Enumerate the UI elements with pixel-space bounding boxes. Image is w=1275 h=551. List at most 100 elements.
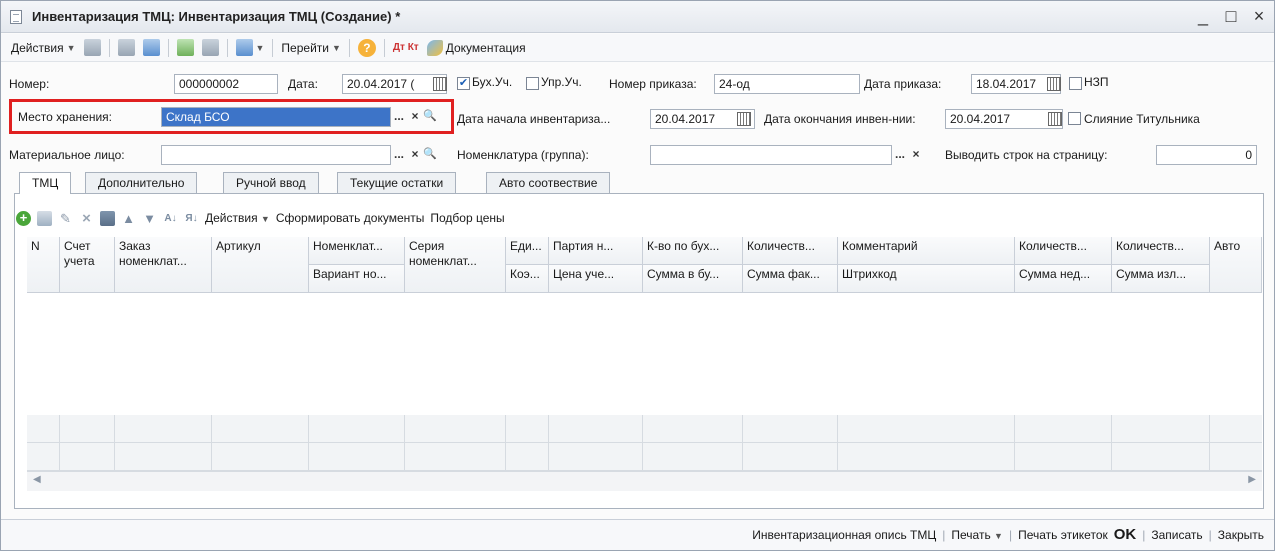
save-icon-button[interactable] — [80, 37, 105, 59]
column-header-sum-book[interactable]: Сумма в бу... — [643, 265, 743, 293]
scroll-left-icon[interactable]: ◀ — [33, 474, 41, 485]
responsible-field[interactable] — [161, 145, 391, 165]
column-header-unit[interactable]: Еди... — [506, 237, 549, 265]
minimize-button[interactable]: _ — [1194, 5, 1212, 27]
copy-row-icon[interactable] — [37, 210, 52, 226]
goto-menu[interactable]: Перейти ▼ — [277, 37, 344, 59]
toolbar-separator — [226, 38, 228, 57]
calendar-icon[interactable] — [1047, 77, 1061, 91]
copy-document-icon — [142, 39, 160, 56]
calendar-icon[interactable] — [737, 112, 751, 126]
column-header-price[interactable]: Цена уче... — [549, 265, 643, 293]
dtkt-button[interactable]: Дт Кт — [389, 37, 423, 59]
tab-manual-input[interactable]: Ручной ввод — [223, 172, 319, 193]
bottom-actions: Инвентаризационная опись ТМЦ | Печать ▼ … — [752, 526, 1264, 543]
add-row-icon[interactable]: + — [16, 210, 31, 226]
save-button[interactable]: Записать — [1151, 528, 1202, 542]
based-on-icon — [235, 39, 253, 56]
nomenclature-clear-icon[interactable]: × — [908, 145, 924, 165]
total-cell — [549, 443, 643, 471]
order-number-field[interactable]: 24-од — [714, 74, 860, 94]
rows-per-page-field[interactable]: 0 — [1156, 145, 1257, 165]
generate-documents-button[interactable]: Сформировать документы — [276, 211, 425, 225]
column-header-account[interactable]: Счет учета — [60, 237, 115, 293]
calendar-icon[interactable] — [1048, 112, 1062, 126]
print-preview-button[interactable] — [198, 37, 223, 59]
tmc-table[interactable]: N Счет учета Заказ номенклат... Артикул … — [27, 237, 1262, 491]
column-header-qty-shortage[interactable]: Количеств... — [1015, 237, 1112, 265]
column-header-qty-book[interactable]: К-во по бух... — [643, 237, 743, 265]
inventory-list-button[interactable]: Инвентаризационная опись ТМЦ — [752, 528, 936, 542]
upr-checkbox[interactable] — [526, 77, 539, 90]
responsible-clear-icon[interactable]: × — [407, 145, 423, 165]
close-window-button[interactable]: × — [1250, 5, 1268, 27]
nzp-checkbox[interactable] — [1069, 77, 1082, 90]
merge-checkbox[interactable] — [1068, 112, 1081, 125]
total-cell — [1112, 415, 1210, 443]
number-field[interactable]: 000000002 — [174, 74, 278, 94]
nzp-label: НЗП — [1084, 75, 1109, 89]
nomenclature-select-button[interactable]: ... — [892, 145, 908, 165]
print-menu[interactable]: Печать ▼ — [951, 528, 1003, 542]
move-up-icon[interactable]: ▲ — [121, 211, 136, 226]
maximize-button[interactable]: □ — [1222, 5, 1240, 27]
new-copy-button[interactable] — [139, 37, 164, 59]
table-actions-menu[interactable]: Действия ▼ — [205, 211, 270, 225]
date-field[interactable]: 20.04.2017 ( — [342, 74, 447, 94]
horizontal-scrollbar[interactable]: ◀ ▶ — [27, 471, 1262, 491]
based-on-button[interactable]: ▼ — [232, 37, 269, 59]
move-down-icon[interactable]: ▼ — [142, 211, 157, 226]
tab-auto-match[interactable]: Авто соотвествие — [486, 172, 611, 193]
date-label: Дата: — [288, 77, 318, 91]
end-date-field[interactable]: 20.04.2017 — [945, 109, 1063, 129]
price-pick-button[interactable]: Подбор цены — [430, 211, 504, 225]
column-header-barcode[interactable]: Штрихкод — [838, 265, 1015, 293]
storage-field[interactable]: Склад БСО — [161, 107, 391, 127]
column-header-n[interactable]: N — [27, 237, 60, 293]
storage-search-icon[interactable]: 🔍 — [422, 107, 438, 127]
print-labels-button[interactable]: Печать этикеток — [1018, 528, 1108, 542]
column-header-batch[interactable]: Партия н... — [549, 237, 643, 265]
column-header-article[interactable]: Артикул — [212, 237, 309, 293]
column-header-variant[interactable]: Вариант но... — [309, 265, 405, 293]
ok-button[interactable]: OK — [1114, 526, 1137, 543]
column-header-nomenclature[interactable]: Номенклат... — [309, 237, 405, 265]
responsible-select-button[interactable]: ... — [391, 145, 407, 165]
total-cell — [549, 415, 643, 443]
tab-additional[interactable]: Дополнительно — [85, 172, 198, 193]
end-edit-icon[interactable] — [100, 210, 115, 226]
post-icon-button[interactable] — [114, 37, 139, 59]
calendar-icon[interactable] — [433, 77, 447, 91]
storage-select-button[interactable]: ... — [391, 107, 407, 127]
column-header-series[interactable]: Серия номенклат... — [405, 237, 506, 293]
column-header-sum-shortage[interactable]: Сумма нед... — [1015, 265, 1112, 293]
chevron-down-icon: ▼ — [994, 530, 1003, 541]
documentation-button[interactable]: Документация — [423, 37, 530, 59]
column-header-auto[interactable]: Авто — [1210, 237, 1262, 293]
help-button[interactable]: ? — [354, 37, 380, 59]
dtkt-icon: Дт Кт — [392, 42, 419, 53]
close-button[interactable]: Закрыть — [1218, 528, 1264, 542]
buh-checkbox[interactable]: ✔ — [457, 77, 470, 90]
column-header-order[interactable]: Заказ номенклат... — [115, 237, 212, 293]
delete-row-icon[interactable]: × — [79, 211, 94, 226]
fill-button[interactable] — [173, 37, 198, 59]
column-header-comment[interactable]: Комментарий — [838, 237, 1015, 265]
actions-menu[interactable]: Действия ▼ — [7, 37, 80, 59]
sort-desc-icon[interactable]: Я↓ — [184, 211, 199, 226]
storage-clear-icon[interactable]: × — [407, 107, 423, 127]
edit-row-icon[interactable]: ✎ — [58, 211, 73, 226]
tab-tmc[interactable]: ТМЦ — [19, 172, 72, 194]
column-header-sum-fact[interactable]: Сумма фак... — [743, 265, 838, 293]
responsible-search-icon[interactable]: 🔍 — [422, 145, 438, 165]
column-header-qty-surplus[interactable]: Количеств... — [1112, 237, 1210, 265]
column-header-qty-fact[interactable]: Количеств... — [743, 237, 838, 265]
column-header-coef[interactable]: Коэ... — [506, 265, 549, 293]
sort-asc-icon[interactable]: A↓ — [163, 211, 178, 226]
column-header-sum-surplus[interactable]: Сумма изл... — [1112, 265, 1210, 293]
nomenclature-field[interactable] — [650, 145, 892, 165]
table-body[interactable] — [27, 293, 1262, 415]
scroll-right-icon[interactable]: ▶ — [1248, 474, 1256, 485]
tab-current-balances[interactable]: Текущие остатки — [337, 172, 457, 193]
actions-menu-label: Действия — [11, 40, 64, 55]
